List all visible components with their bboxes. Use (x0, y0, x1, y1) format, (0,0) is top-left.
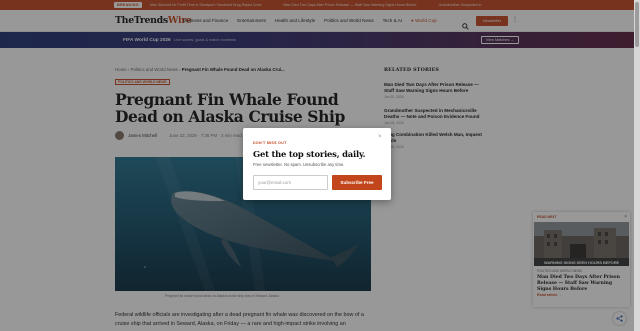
subscribe-button[interactable]: Subscribe Free (332, 175, 382, 190)
modal-title: Get the top stories, daily. (253, 149, 366, 159)
scrollbar-thumb[interactable] (635, 2, 639, 47)
modal-eyebrow: DON'T MISS OUT (253, 141, 287, 145)
modal-subtitle: Free newsletter. No spam. Unsubscribe an… (253, 162, 345, 167)
email-field[interactable] (253, 175, 328, 190)
newsletter-modal: × DON'T MISS OUT Get the top stories, da… (243, 128, 391, 200)
page-scrollbar[interactable] (634, 0, 640, 331)
close-icon[interactable]: × (378, 134, 382, 140)
